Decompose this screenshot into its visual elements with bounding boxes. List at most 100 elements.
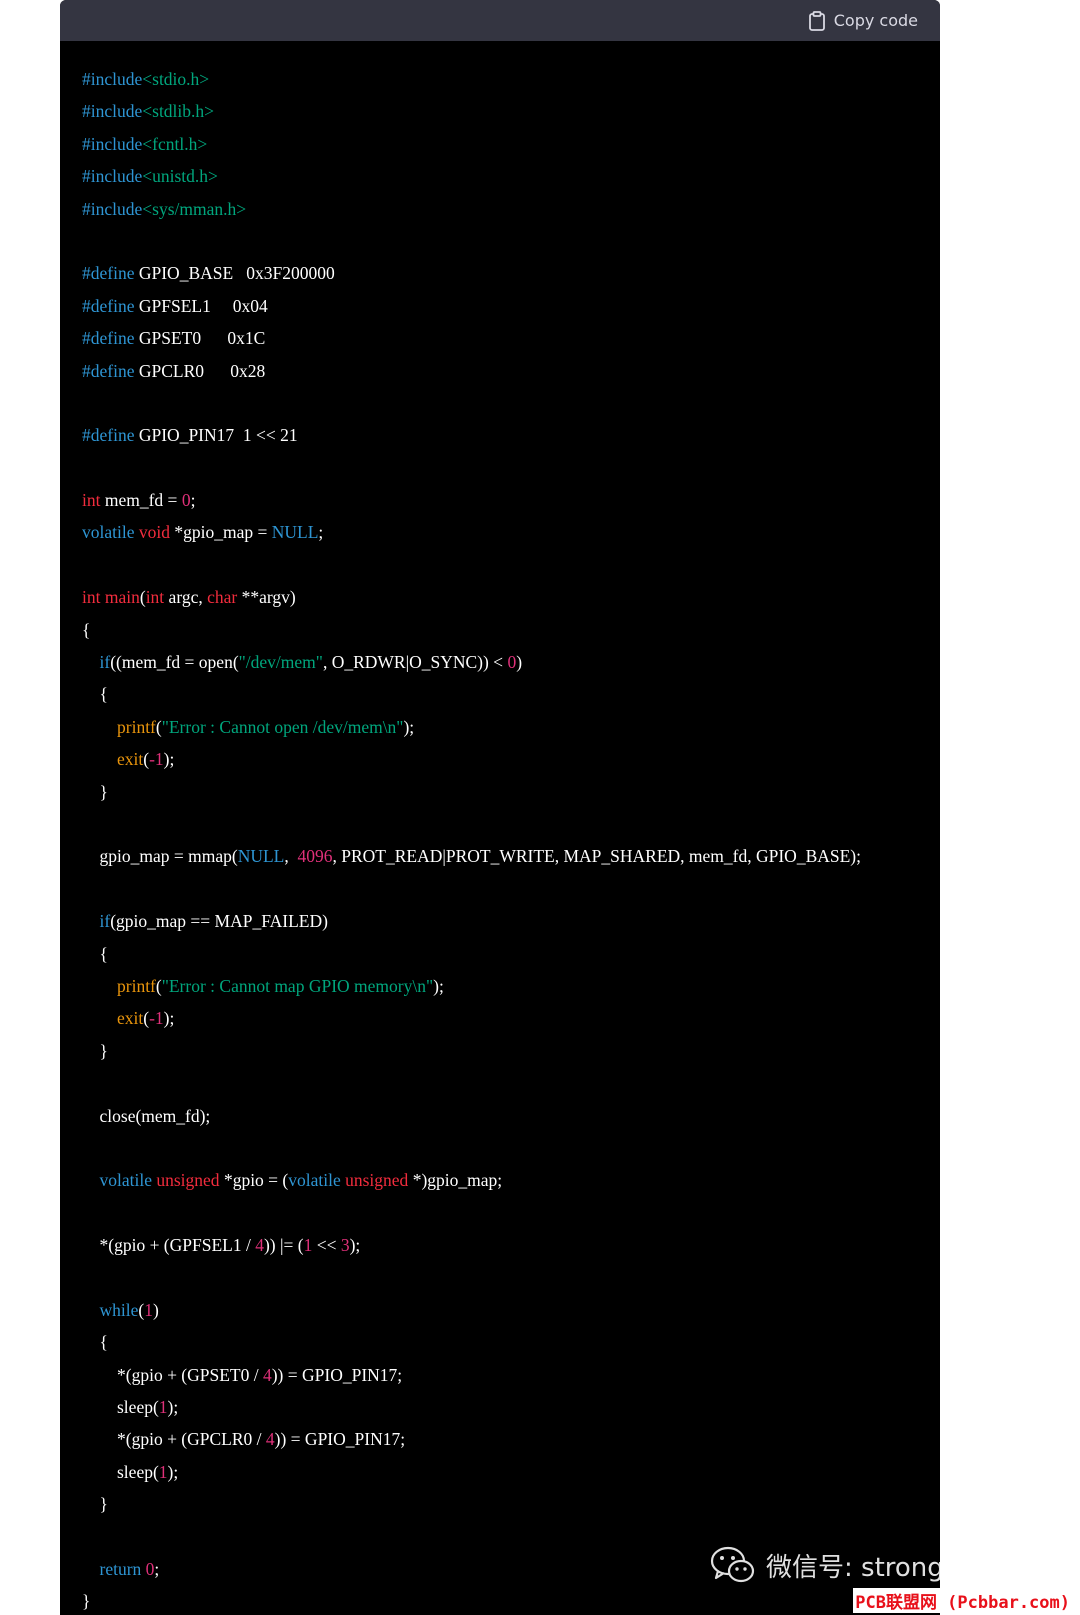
code-line: printf("Error : Cannot open /dev/mem\n")… [82,711,861,743]
code-token: exit [117,749,144,770]
code-token: *)gpio_map; [408,1170,503,1191]
code-token: printf [117,716,156,737]
code-token: sleep( [82,1461,159,1482]
code-token: #define [82,263,135,284]
code-token: int [82,490,101,511]
code-token: volatile [288,1170,341,1191]
code-line: } [82,1585,861,1615]
code-line: { [82,614,861,646]
code-token: GPIO_BASE 0x3F200000 [134,263,335,284]
code-token: { [82,943,108,964]
code-line: #include<fcntl.h> [82,128,861,160]
code-token: int [82,587,101,608]
clipboard-icon [808,10,826,31]
code-token: ); [167,1397,179,1418]
code-line: if((mem_fd = open("/dev/mem", O_RDWR|O_S… [82,646,861,678]
code-line: #include<unistd.h> [82,160,861,192]
code-line: { [82,938,861,970]
code-token: { [82,1332,108,1353]
code-line: if(gpio_map == MAP_FAILED) [82,905,861,937]
code-line: sleep(1); [82,1391,861,1423]
code-token: 0 [181,490,191,511]
wechat-watermark: 微信号: strongerHuang [710,1542,1055,1588]
code-line: #define GPFSEL1 0x04 [82,290,861,322]
code-token: , PROT_READ|PROT_WRITE, MAP_SHARED, mem_… [332,846,861,867]
code-token: (gpio_map == MAP_FAILED) [110,911,328,932]
code-line: printf("Error : Cannot map GPIO memory\n… [82,970,861,1002]
code-token: ); [403,716,415,737]
code-token: 4 [255,1235,264,1256]
code-token: unsigned [156,1170,220,1191]
code-token: #define [82,328,135,349]
code-line: #include<sys/mman.h> [82,193,861,225]
code-token: 4 [262,1364,272,1385]
code-token: 4096 [297,846,333,867]
code-token: } [82,781,108,802]
code-token: ); [163,749,175,770]
code-line: exit(-1); [82,1002,861,1034]
code-token: #define [82,360,135,381]
code-line: *(gpio + (GPFSEL1 / 4)) |= (1 << 3); [82,1229,861,1261]
code-line: volatile unsigned *gpio = (volatile unsi… [82,1164,861,1196]
code-token: if [99,911,111,932]
code-token: #include [82,133,143,154]
code-token: <stdlib.h> [142,101,215,122]
code-token: exit [117,1008,144,1029]
code-token: #include [82,166,143,187]
code-line: } [82,1035,861,1067]
code-line: volatile void *gpio_map = NULL; [82,516,861,548]
code-token: )) |= ( [263,1235,304,1256]
code-token: , O_RDWR|O_SYNC)) < [322,652,508,673]
code-block-header: Copy code [60,0,940,41]
code-token: unsigned [345,1170,409,1191]
code-token: } [82,1494,108,1515]
code-token: , [284,846,298,867]
code-token: **argv) [237,587,296,608]
code-line: { [82,1326,861,1358]
code-token: #include [82,101,143,122]
code-token: sleep( [82,1397,159,1418]
code-token: ) [152,1299,159,1320]
code-token: printf [117,975,156,996]
code-token: char [207,587,238,608]
code-token: 1 [158,1461,168,1482]
code-token: { [82,619,91,640]
code-token: NULL [271,522,319,543]
code-token: ; [190,490,196,511]
code-token: 1 [144,1299,153,1320]
code-token: } [82,1591,91,1612]
code-line: #define GPIO_PIN17 1 << 21 [82,419,861,451]
code-token: <stdio.h> [142,69,210,89]
code-line: gpio_map = mmap(NULL, 4096, PROT_READ|PR… [82,840,862,872]
code-token: ); [433,975,444,996]
code-line: #define GPCLR0 0x28 [82,355,861,387]
code-token: if [99,652,111,673]
code-line: #include<stdio.h> [82,63,861,95]
code-line: while(1) [82,1294,861,1326]
copy-code-button[interactable]: Copy code [808,0,918,41]
code-token: GPCLR0 0x28 [134,360,266,381]
code-token: GPSET0 0x1C [134,328,266,349]
code-token: <fcntl.h> [142,133,208,154]
code-token: close(mem_fd); [82,1105,211,1126]
code-line: } [82,1488,861,1520]
code-content: #include<stdio.h> #include<stdlib.h> #incl… [82,63,861,1615]
code-token: mem_fd = [100,490,182,511]
code-token: "/dev/mem" [238,652,323,673]
code-line: *(gpio + (GPCLR0 / 4)) = GPIO_PIN17; [82,1423,861,1455]
code-line: { [82,678,861,710]
code-token: 4 [265,1429,275,1450]
code-line: int mem_fd = 0; [82,484,861,516]
code-line: #define GPIO_BASE 0x3F200000 [82,257,861,289]
